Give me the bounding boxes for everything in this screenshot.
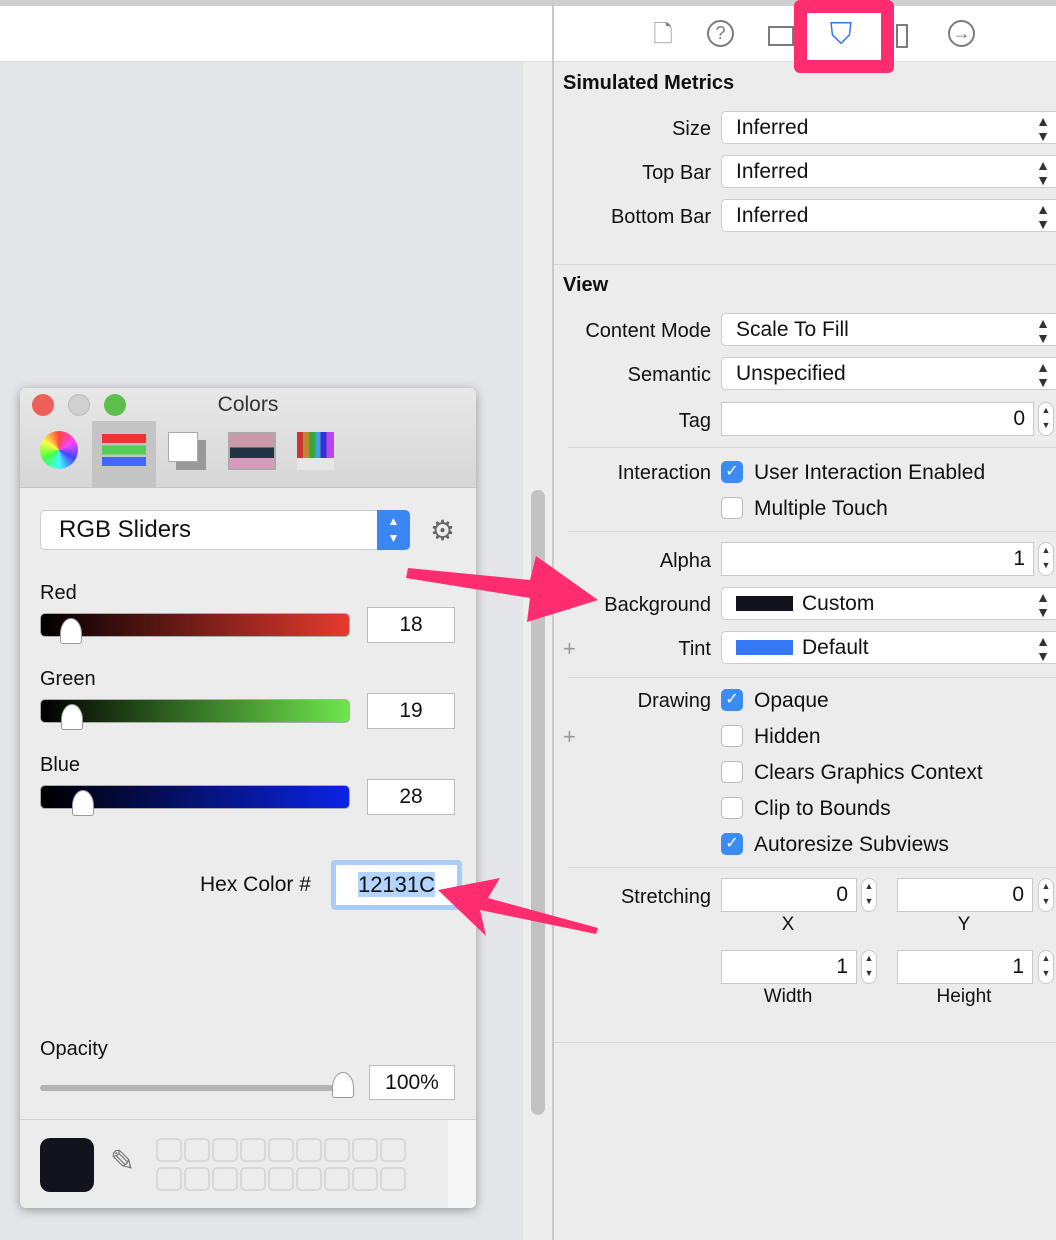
annotation-arrows <box>406 556 598 936</box>
arrow-to-hex <box>438 878 598 936</box>
arrow-to-background <box>406 556 598 622</box>
